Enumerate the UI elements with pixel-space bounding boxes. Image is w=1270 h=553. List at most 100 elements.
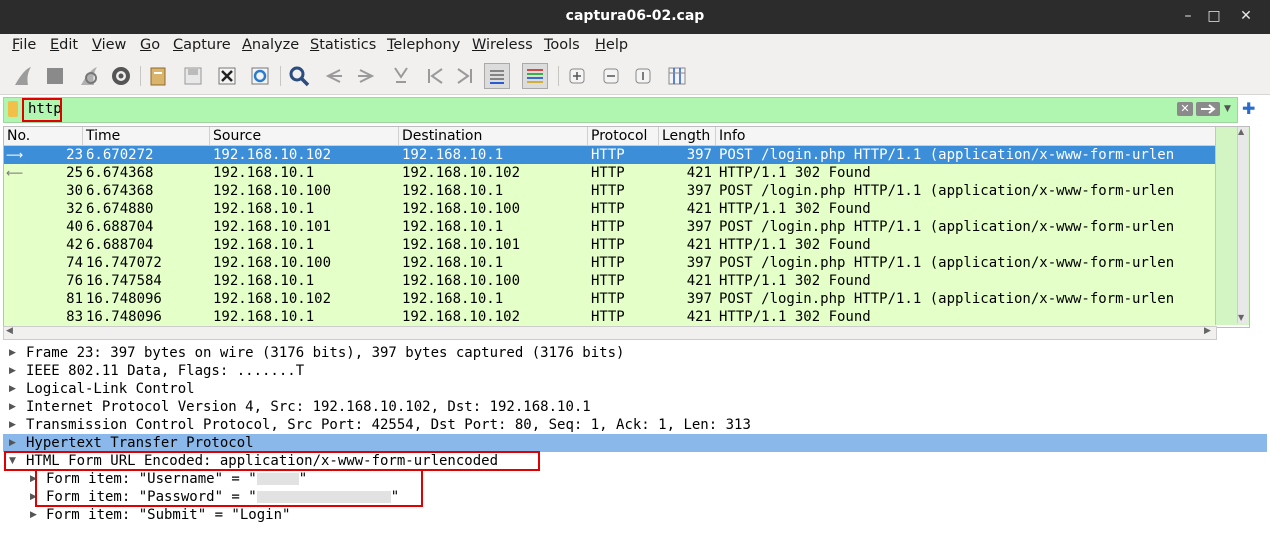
packet-cell-len: 397 — [686, 147, 712, 163]
tree-item-http[interactable]: ▶ Hypertext Transfer Protocol — [3, 434, 1267, 452]
expand-arrow-icon[interactable]: ▶ — [9, 434, 16, 452]
tree-item-ieee80211[interactable]: ▶ IEEE 802.11 Data, Flags: .......T — [3, 362, 1267, 380]
expand-arrow-icon[interactable]: ▶ — [9, 380, 16, 398]
display-filter-bar[interactable] — [3, 97, 1238, 123]
packet-row[interactable]: ⟵ 25 6.674368 192.168.10.1 192.168.10.102 HTT… — [4, 164, 1216, 182]
first-packet-icon[interactable] — [422, 63, 448, 89]
packet-cell-time: 16.747072 — [86, 255, 162, 271]
add-filter-button-icon[interactable]: ✚ — [1242, 100, 1258, 118]
packet-cell-proto: HTTP — [591, 201, 625, 217]
filter-history-dropdown-icon[interactable]: ▼ — [1224, 102, 1234, 116]
go-to-packet-icon[interactable] — [388, 63, 414, 89]
menu-analyze[interactable]: Analyze — [242, 37, 299, 53]
colorize-icon[interactable] — [522, 63, 548, 89]
packet-cell-dst: 192.168.10.102 — [402, 165, 521, 181]
scroll-down-icon[interactable]: ▼ — [1238, 313, 1244, 322]
zoom-in-icon[interactable] — [564, 63, 590, 89]
packet-row[interactable]: 81 16.748096 192.168.10.102 192.168.10.1 HTT… — [4, 290, 1216, 308]
tree-item-tcp[interactable]: ▶ Transmission Control Protocol, Src Por… — [3, 416, 1267, 434]
annotation-box-credentials — [35, 469, 423, 507]
go-back-icon[interactable] — [320, 63, 346, 89]
maximize-button[interactable]: □ — [1202, 5, 1226, 27]
auto-scroll-icon[interactable] — [484, 63, 510, 89]
stop-capture-icon[interactable] — [42, 63, 68, 89]
packet-list-horizontal-scrollbar[interactable]: ◀ ▶ — [3, 326, 1217, 340]
menu-capture[interactable]: Capture — [173, 37, 231, 53]
zoom-out-icon[interactable] — [598, 63, 624, 89]
packet-cell-len: 397 — [686, 183, 712, 199]
expand-arrow-icon[interactable]: ▶ — [30, 506, 37, 524]
packet-row[interactable]: 76 16.747584 192.168.10.1 192.168.10.100 HTT… — [4, 272, 1216, 290]
packet-row[interactable]: 74 16.747072 192.168.10.100 192.168.10.1 HTT… — [4, 254, 1216, 272]
packet-cell-no: 30 — [66, 183, 83, 199]
form-item-submit[interactable]: ▶ Form item: "Submit" = "Login" — [3, 506, 1267, 524]
packet-cell-proto: HTTP — [591, 309, 625, 325]
packet-cell-info: POST /login.php HTTP/1.1 (application/x-… — [719, 219, 1175, 235]
menu-wireless[interactable]: Wireless — [472, 37, 533, 53]
column-header-source[interactable]: Source — [210, 127, 399, 146]
packet-cell-src: 192.168.10.1 — [213, 309, 315, 325]
packet-cell-info: POST /login.php HTTP/1.1 (application/x-… — [719, 255, 1175, 271]
column-header-time[interactable]: Time — [83, 127, 210, 146]
packet-cell-len: 397 — [686, 291, 712, 307]
menu-bar: File Edit View Go Capture Analyze Statis… — [0, 34, 1270, 58]
column-header-no[interactable]: No. — [4, 127, 83, 146]
last-packet-icon[interactable] — [452, 63, 478, 89]
packet-row[interactable]: ⟶ 23 6.670272 192.168.10.102 192.168.10.1 HTT… — [4, 146, 1216, 164]
tree-item-frame[interactable]: ▶ Frame 23: 397 bytes on wire (3176 bits… — [3, 344, 1267, 362]
menu-file[interactable]: File — [12, 37, 36, 53]
find-packet-icon[interactable] — [286, 63, 312, 89]
packet-cell-no: 32 — [66, 201, 83, 217]
menu-tools[interactable]: Tools — [544, 37, 580, 53]
resize-columns-icon[interactable] — [664, 63, 690, 89]
tree-item-llc[interactable]: ▶ Logical-Link Control — [3, 380, 1267, 398]
packet-cell-no: 81 — [66, 291, 83, 307]
packet-row[interactable]: 40 6.688704 192.168.10.101 192.168.10.1 HTTP… — [4, 218, 1216, 236]
column-header-protocol[interactable]: Protocol — [588, 127, 659, 146]
packet-cell-dst: 192.168.10.100 — [402, 201, 521, 217]
packet-cell-len: 421 — [686, 237, 712, 253]
packet-row[interactable]: 83 16.748096 192.168.10.1 192.168.10.102 HTT… — [4, 308, 1216, 326]
packet-row[interactable]: 30 6.674368 192.168.10.100 192.168.10.1 HTTP… — [4, 182, 1216, 200]
capture-options-icon[interactable] — [108, 63, 134, 89]
normal-size-icon[interactable] — [630, 63, 656, 89]
packet-list-vertical-scrollbar[interactable]: ▲ ▼ — [1215, 127, 1249, 325]
close-button[interactable]: ✕ — [1234, 5, 1258, 27]
menu-view[interactable]: View — [92, 37, 126, 53]
shark-fin-start-icon[interactable] — [10, 63, 36, 89]
open-file-icon[interactable] — [146, 63, 172, 89]
restart-capture-icon[interactable] — [76, 63, 102, 89]
apply-filter-icon[interactable] — [1196, 102, 1220, 116]
scroll-left-icon[interactable]: ◀ — [6, 326, 13, 336]
save-file-icon[interactable] — [180, 63, 206, 89]
packet-cell-src: 192.168.10.1 — [213, 165, 315, 181]
expand-arrow-icon[interactable]: ▶ — [9, 416, 16, 434]
annotation-box-form-urlencoded — [4, 451, 540, 471]
clear-filter-icon[interactable]: ✕ — [1177, 102, 1193, 116]
column-header-length[interactable]: Length — [659, 127, 716, 146]
menu-telephony[interactable]: Telephony — [387, 37, 460, 53]
scroll-right-icon[interactable]: ▶ — [1204, 326, 1211, 336]
packet-row[interactable]: 32 6.674880 192.168.10.1 192.168.10.100 HTTP… — [4, 200, 1216, 218]
filter-bookmark-icon[interactable] — [8, 101, 18, 117]
expand-arrow-icon[interactable]: ▶ — [9, 362, 16, 380]
tree-item-ipv4[interactable]: ▶ Internet Protocol Version 4, Src: 192.… — [3, 398, 1267, 416]
expand-arrow-icon[interactable]: ▶ — [9, 398, 16, 416]
packet-cell-proto: HTTP — [591, 219, 625, 235]
expand-arrow-icon[interactable]: ▶ — [9, 344, 16, 362]
close-file-icon[interactable] — [214, 63, 240, 89]
packet-cell-src: 192.168.10.102 — [213, 147, 332, 163]
packet-cell-info: POST /login.php HTTP/1.1 (application/x-… — [719, 183, 1175, 199]
scroll-up-icon[interactable]: ▲ — [1238, 127, 1244, 136]
reload-file-icon[interactable] — [247, 63, 273, 89]
go-forward-icon[interactable] — [354, 63, 380, 89]
menu-help[interactable]: Help — [595, 37, 628, 53]
packet-row[interactable]: 42 6.688704 192.168.10.1 192.168.10.101 HTTP… — [4, 236, 1216, 254]
packet-cell-no: 74 — [66, 255, 83, 271]
column-header-info[interactable]: Info — [716, 127, 1216, 146]
column-header-destination[interactable]: Destination — [399, 127, 588, 146]
menu-edit[interactable]: Edit — [50, 37, 78, 53]
menu-statistics[interactable]: Statistics — [310, 37, 376, 53]
minimize-button[interactable]: – — [1176, 5, 1200, 27]
menu-go[interactable]: Go — [140, 37, 160, 53]
